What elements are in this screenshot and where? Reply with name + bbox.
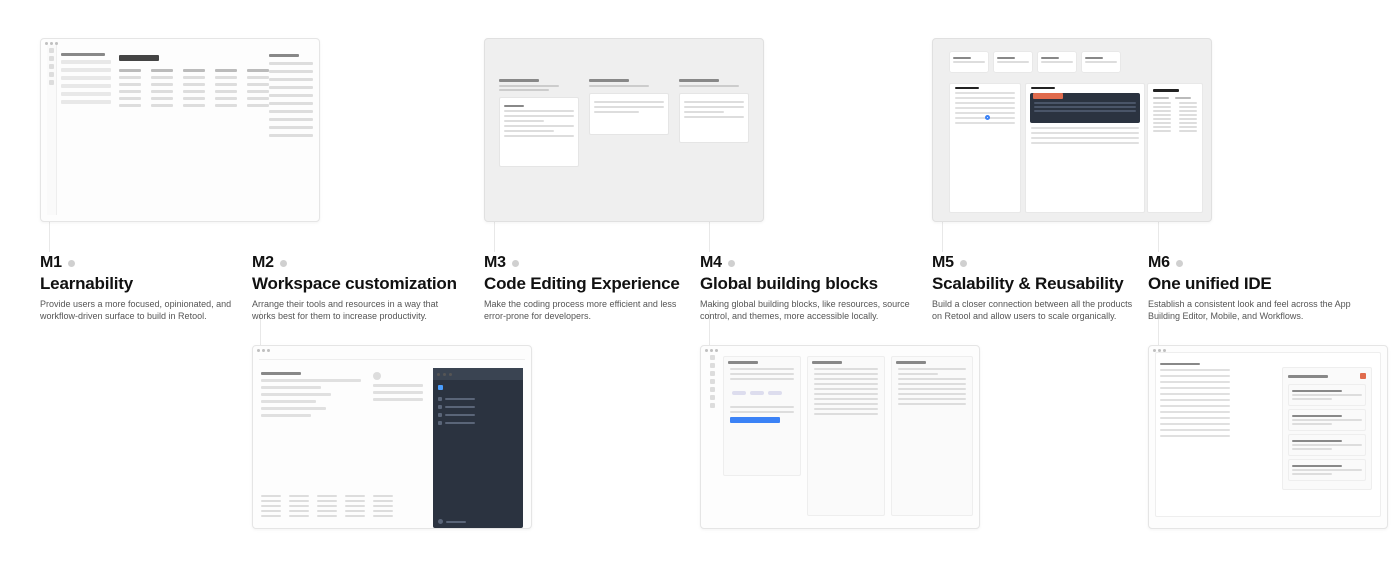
m6-thumbnail[interactable] (1148, 345, 1388, 529)
milestone-m5: M5 Scalability & Reusability Build a clo… (932, 254, 1142, 322)
connector (942, 222, 943, 252)
m4-desc: Making global building blocks, like reso… (700, 298, 910, 322)
primary-button[interactable] (730, 417, 780, 423)
m2-thumbnail[interactable] (252, 345, 532, 529)
status-dot (1176, 260, 1183, 267)
connector (49, 222, 50, 252)
m5-label: M5 (932, 254, 954, 272)
logo-icon (438, 385, 443, 390)
milestone-m3: M3 Code Editing Experience Make the codi… (484, 254, 694, 322)
assignments-title (1288, 375, 1328, 378)
m3-label: M3 (484, 254, 506, 272)
milestone-m2: M2 Workspace customization Arrange their… (252, 254, 462, 322)
m2-title: Workspace customization (252, 274, 462, 294)
m5-thumbnail[interactable] (932, 38, 1212, 222)
dark-nav-panel (433, 368, 523, 528)
connector (494, 222, 495, 252)
status-dot (960, 260, 967, 267)
m3-col-c-title (679, 79, 719, 82)
bike-tracker-panel (1147, 83, 1203, 213)
milestone-m1: M1 Learnability Provide users a more foc… (40, 254, 250, 322)
m1-desc: Provide users a more focused, opinionate… (40, 298, 250, 322)
app-title-placeholder (119, 55, 159, 61)
m2-desc: Arrange their tools and resources in a w… (252, 298, 462, 322)
m1-label: M1 (40, 254, 62, 272)
blue-highlight-dot (985, 115, 990, 120)
m4-title: Global building blocks (700, 274, 910, 294)
roadmap-grid: M1 Learnability Provide users a more foc… (0, 0, 1400, 569)
status-dot (512, 260, 519, 267)
status-dot (728, 260, 735, 267)
connector (709, 222, 710, 252)
m3-col-a-title (499, 79, 539, 82)
m5-title: Scalability & Reusability (932, 274, 1142, 294)
m1-title: Learnability (40, 274, 250, 294)
m3-col-b-title (589, 79, 629, 82)
warning-chip (1033, 93, 1063, 99)
m4-label: M4 (700, 254, 722, 272)
m2-label: M2 (252, 254, 274, 272)
m4-thumbnail[interactable] (700, 345, 980, 529)
milestone-m6: M6 One unified IDE Establish a consisten… (1148, 254, 1358, 322)
bike-tracker-title (1153, 89, 1179, 92)
assignments-panel (1282, 367, 1372, 490)
status-dot (68, 260, 75, 267)
m6-title: One unified IDE (1148, 274, 1358, 294)
milestone-m4: M4 Global building blocks Making global … (700, 254, 910, 322)
status-dot (280, 260, 287, 267)
m5-desc: Build a closer connection between all th… (932, 298, 1142, 322)
m6-desc: Establish a consistent look and feel acr… (1148, 298, 1358, 322)
m3-desc: Make the coding process more efficient a… (484, 298, 694, 322)
m3-thumbnail[interactable] (484, 38, 764, 222)
m3-title: Code Editing Experience (484, 274, 694, 294)
m1-thumbnail[interactable] (40, 38, 320, 222)
warning-badge-icon (1360, 373, 1366, 379)
m6-label: M6 (1148, 254, 1170, 272)
connector (1158, 222, 1159, 252)
